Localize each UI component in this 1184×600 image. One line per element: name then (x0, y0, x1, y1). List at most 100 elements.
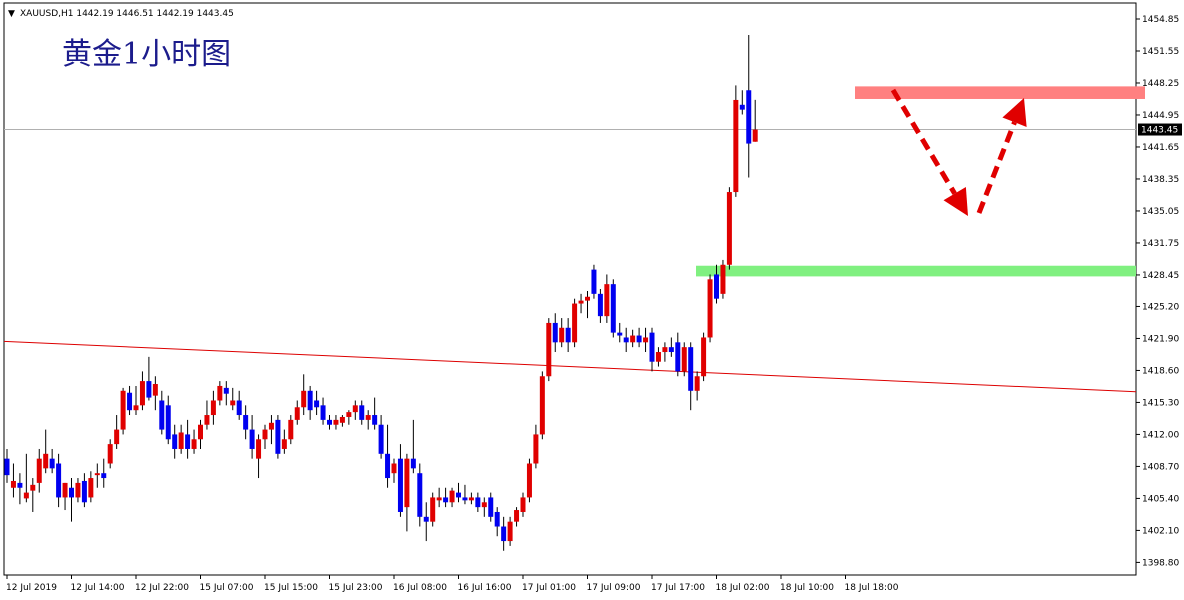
x-tick-label: 15 Jul 07:00 (200, 583, 254, 593)
x-tick-label: 17 Jul 01:00 (522, 583, 576, 593)
y-tick-label: 1421.90 (1142, 334, 1179, 344)
candle-body-bull (94, 473, 100, 476)
candle-body-bull (449, 490, 455, 503)
chart-title: 黄金1小时图 (62, 37, 231, 72)
y-tick-label: 1408.70 (1142, 462, 1179, 472)
candle-body-bull (533, 434, 539, 464)
y-tick-label: 1441.65 (1142, 143, 1179, 153)
candle (365, 410, 371, 430)
candle (62, 482, 68, 511)
y-tick-label: 1412.00 (1142, 430, 1179, 440)
arrow-shaft (890, 88, 957, 195)
y-tick-label: 1415.30 (1142, 398, 1179, 408)
candle (94, 463, 100, 488)
candle-body-bull (404, 458, 410, 508)
candle (578, 293, 584, 314)
candle-body-bull (256, 439, 262, 459)
candle (146, 356, 152, 401)
candle (610, 279, 616, 338)
candle-body-bear (4, 458, 10, 476)
candle-body-bear (456, 492, 461, 498)
candle-body-bear (668, 347, 674, 353)
candle-body-bull (559, 327, 565, 343)
candle (268, 415, 274, 445)
candle (314, 390, 320, 416)
candle (559, 318, 565, 348)
candle (81, 473, 87, 508)
candle-body-bull (178, 432, 184, 449)
candle-body-bear (372, 415, 378, 425)
x-tick-label: 12 Jul 14:00 (71, 583, 125, 593)
candle-body-bear (243, 415, 249, 430)
chart-canvas: 1454.85 1451.55 1448.25 1444.95 1441.65 1438.… (3, 2, 1182, 593)
candle (120, 387, 126, 435)
candle-body-bear (81, 480, 87, 503)
candle-body-bull (281, 439, 287, 449)
candle (643, 327, 649, 353)
candle-body-bear (462, 497, 468, 501)
candle-body-bear (17, 482, 23, 488)
candle (720, 259, 726, 299)
candle-body-bull (210, 400, 216, 416)
candle (707, 274, 713, 343)
candle (585, 290, 590, 319)
candle-body-bear (236, 400, 242, 416)
candle (520, 492, 526, 517)
candle-body-bull (262, 429, 268, 440)
candle (636, 327, 642, 348)
candle-body-bull (268, 422, 274, 430)
candle-body-bull (204, 415, 210, 425)
candle-body-bull (36, 458, 42, 483)
candle-body-bull (301, 390, 307, 408)
candle (514, 507, 520, 527)
candle (546, 318, 552, 382)
candle (165, 395, 171, 445)
y-tick-label: 1435.05 (1142, 207, 1179, 217)
candle (159, 390, 165, 435)
candle (494, 507, 500, 537)
candle-body-bear (307, 390, 313, 411)
candle-body-bull (643, 337, 649, 343)
candle (352, 400, 358, 420)
candle (526, 458, 532, 503)
candle-body-bull (655, 352, 661, 362)
candle (230, 387, 236, 411)
candle-body-bear (746, 90, 752, 144)
candle-body-bear (165, 405, 171, 440)
candle (307, 385, 313, 420)
candle (436, 487, 442, 508)
candle-body-bear (488, 497, 494, 517)
y-tick-label: 1431.75 (1142, 239, 1179, 249)
candle-body-bear (623, 337, 629, 343)
candle-body-bull (436, 497, 442, 501)
candle-body-bear (172, 434, 178, 449)
x-tick-label: 15 Jul 15:00 (264, 583, 318, 593)
candle (133, 385, 139, 416)
candle (449, 487, 455, 508)
x-tick-label: 17 Jul 17:00 (651, 583, 705, 593)
candle (533, 424, 539, 469)
candle (630, 329, 636, 348)
y-tick-label: 1438.35 (1142, 175, 1179, 185)
y-tick-label: 1425.20 (1142, 302, 1179, 312)
candle-body-bear (385, 453, 391, 479)
candle-body-bull (62, 482, 68, 498)
candle (346, 410, 352, 425)
candle-body-bull (198, 424, 203, 440)
candle (572, 298, 578, 348)
candle-body-bear (249, 429, 255, 449)
candle (210, 390, 216, 425)
candle-body-bull (10, 480, 16, 488)
candle-body-bull (333, 419, 339, 425)
candle (443, 487, 449, 508)
candle (391, 458, 397, 483)
candle (178, 424, 184, 454)
candle-body-bull (539, 376, 545, 435)
candle (372, 397, 378, 430)
chart-menu-arrow-icon[interactable]: ▼ (8, 9, 15, 19)
candle-body-bull (230, 400, 236, 406)
candle (688, 342, 694, 411)
candle (475, 492, 481, 512)
candle-body-bull (481, 502, 487, 508)
x-tick-label: 16 Jul 08:00 (393, 583, 447, 593)
